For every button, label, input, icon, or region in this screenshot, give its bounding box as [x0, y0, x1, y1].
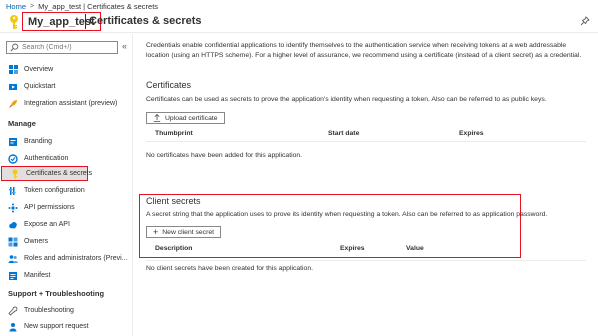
- sidebar-item-overview[interactable]: Overview: [0, 62, 132, 77]
- client-secrets-column-value: Value: [406, 245, 424, 252]
- sidebar-item-label: Troubleshooting: [24, 307, 74, 314]
- key-icon: [6, 14, 22, 30]
- sidebar-item-label: Overview: [24, 66, 54, 73]
- sidebar-item-expose-an-api[interactable]: Expose an API: [0, 217, 132, 232]
- search-input[interactable]: [22, 44, 112, 51]
- certificates-heading: Certificates: [146, 80, 192, 90]
- sidebar-item-label: Quickstart: [24, 83, 56, 90]
- upload-certificate-label: Upload certificate: [165, 114, 218, 122]
- token-icon: [8, 186, 18, 196]
- authentication-icon: [8, 153, 18, 164]
- breadcrumb-home-link[interactable]: Home: [6, 2, 26, 11]
- intro-text: Credentials enable confidential applicat…: [146, 42, 582, 59]
- support-section-header: Support + Troubleshooting: [8, 289, 105, 298]
- branding-icon: [8, 137, 18, 147]
- sidebar-item-authentication[interactable]: Authentication: [0, 151, 132, 166]
- key-icon: [10, 169, 20, 179]
- sidebar-item-api-permissions[interactable]: API permissions: [0, 200, 132, 215]
- api-permissions-icon: [8, 203, 18, 213]
- sidebar-item-manifest[interactable]: Manifest: [0, 268, 132, 283]
- sidebar-item-label: Certificates & secrets: [26, 170, 93, 177]
- sidebar-item-label: Branding: [24, 138, 53, 145]
- sidebar-item-label: Expose an API: [24, 221, 70, 228]
- sidebar-item-label: Authentication: [24, 155, 69, 162]
- plus-icon: +: [153, 227, 159, 237]
- certificates-description: Certificates can be used as secrets to p…: [146, 96, 547, 103]
- search-icon: [10, 43, 19, 52]
- client-secrets-column-description: Description: [155, 245, 193, 252]
- main-content: Credentials enable confidential applicat…: [134, 34, 598, 336]
- certificates-column-expires: Expires: [459, 130, 484, 137]
- breadcrumb-separator: >: [30, 2, 35, 10]
- sidebar-search[interactable]: [6, 41, 118, 54]
- breadcrumb-current: My_app_test | Certificates & secrets: [38, 1, 159, 11]
- client-secrets-heading: Client secrets: [146, 196, 201, 206]
- sidebar-item-certificates-secrets[interactable]: Certificates & secrets: [1, 166, 92, 181]
- sidebar-item-troubleshooting[interactable]: Troubleshooting: [0, 303, 132, 318]
- sidebar-item-label: Token configuration: [24, 187, 85, 194]
- owners-icon: [8, 237, 18, 247]
- certificates-table-divider: [146, 141, 586, 142]
- client-secrets-empty-message: No client secrets have been created for …: [146, 265, 313, 272]
- client-secrets-description: A secret string that the application use…: [146, 211, 548, 218]
- certificates-column-thumbprint: Thumbprint: [155, 130, 193, 137]
- sidebar-item-label: API permissions: [24, 204, 75, 211]
- page-title: Certificates & secrets: [89, 15, 202, 27]
- title-divider: [85, 14, 86, 29]
- new-client-secret-button[interactable]: + New client secret: [146, 226, 222, 238]
- pin-icon[interactable]: [580, 16, 590, 26]
- sidebar-item-integration-assistant[interactable]: Integration assistant (preview): [0, 96, 132, 111]
- sidebar-item-owners[interactable]: Owners: [0, 234, 132, 249]
- manage-section-header: Manage: [8, 119, 36, 128]
- sidebar-item-token-configuration[interactable]: Token configuration: [0, 183, 132, 198]
- collapse-sidebar-button[interactable]: «: [122, 41, 127, 51]
- sidebar-item-label: Integration assistant (preview): [24, 100, 118, 107]
- certificates-empty-message: No certificates have been added for this…: [146, 152, 303, 159]
- sidebar-item-label: New support request: [24, 323, 89, 330]
- roles-icon: [8, 254, 18, 264]
- manifest-icon: [8, 271, 18, 281]
- client-secrets-table-divider: [146, 260, 586, 261]
- sidebar-item-roles-administrators[interactable]: Roles and administrators (Previ...: [0, 251, 132, 266]
- page-header: My_app_test Certificates & secrets: [0, 11, 598, 33]
- sidebar-item-label: Roles and administrators (Previ...: [24, 255, 128, 262]
- client-secrets-column-expires: Expires: [340, 245, 365, 252]
- sidebar-item-branding[interactable]: Branding: [0, 134, 132, 149]
- new-client-secret-label: New client secret: [162, 228, 215, 236]
- sidebar: « Overview Quickstart Integration assist…: [0, 34, 133, 336]
- support-person-icon: [8, 322, 18, 332]
- breadcrumb: Home > My_app_test | Certificates & secr…: [6, 1, 158, 11]
- upload-icon: [153, 113, 161, 123]
- sidebar-item-label: Owners: [24, 238, 49, 245]
- rocket-icon: [8, 99, 18, 109]
- certificates-column-start-date: Start date: [328, 130, 360, 137]
- wrench-icon: [8, 306, 18, 316]
- quickstart-icon: [8, 82, 18, 92]
- sidebar-item-quickstart[interactable]: Quickstart: [0, 79, 132, 94]
- sidebar-item-new-support-request[interactable]: New support request: [0, 319, 132, 334]
- grid-icon: [8, 65, 18, 75]
- upload-certificate-button[interactable]: Upload certificate: [146, 112, 225, 124]
- sidebar-item-label: Manifest: [24, 272, 51, 279]
- cloud-icon: [8, 220, 18, 230]
